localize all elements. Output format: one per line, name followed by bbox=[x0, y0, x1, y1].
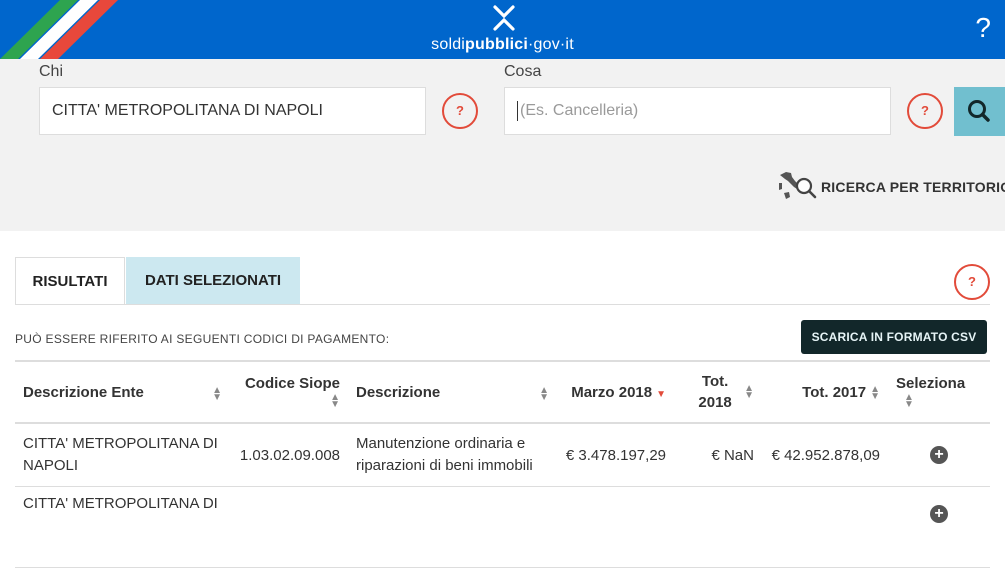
table-header-row: Descrizione Ente ▲ ▼ Codice Siope ▲ ▼ Descri… bbox=[15, 360, 990, 424]
site-logo-text[interactable]: soldipubblici·gov·it bbox=[0, 36, 1005, 54]
column-header-marzo[interactable]: Marzo 2018 ▼ bbox=[557, 360, 674, 424]
add-selection-icon[interactable]: + bbox=[930, 505, 948, 523]
column-header-ente[interactable]: Descrizione Ente ▲ ▼ bbox=[15, 360, 230, 424]
cell-seleziona: + bbox=[888, 423, 990, 487]
logo-text-post: ·gov·it bbox=[527, 36, 574, 53]
search-icon bbox=[968, 100, 990, 122]
cell-marzo bbox=[557, 486, 674, 568]
cell-tot2017 bbox=[762, 486, 888, 568]
logo-text-pre: soldi bbox=[431, 36, 466, 53]
results-table: Descrizione Ente ▲ ▼ Codice Siope ▲ ▼ Descri… bbox=[15, 360, 990, 568]
chi-input[interactable]: CITTA' METROPOLITANA DI NAPOLI bbox=[39, 87, 426, 135]
search-panel: Chi CITTA' METROPOLITANA DI NAPOLI ? Cos… bbox=[0, 59, 1005, 231]
cell-codice: 1.03.02.09.008 bbox=[230, 423, 348, 487]
column-header-descrizione[interactable]: Descrizione ▲ ▼ bbox=[348, 360, 557, 424]
tabs-help-button[interactable]: ? bbox=[954, 264, 990, 300]
column-header-ente-label: Descrizione Ente bbox=[23, 383, 144, 401]
sort-icon: ▲ ▼ bbox=[870, 383, 880, 402]
logo-x-icon[interactable] bbox=[490, 4, 518, 32]
chi-label: Chi bbox=[39, 63, 64, 80]
logo-text-bold: pubblici bbox=[465, 36, 528, 53]
column-header-tot2017[interactable]: Tot. 2017 ▲ ▼ bbox=[762, 360, 888, 424]
help-button[interactable]: ? bbox=[975, 12, 991, 44]
cosa-input[interactable]: (Es. Cancelleria) bbox=[504, 87, 891, 135]
cell-marzo: € 3.478.197,29 bbox=[557, 423, 674, 487]
top-bar: soldipubblici·gov·it ? bbox=[0, 0, 1005, 59]
table-row: CITTA' METROPOLITANA DI NAPOLI 1.03.02.0… bbox=[15, 423, 990, 487]
cell-tot2017: € 42.952.878,09 bbox=[762, 423, 888, 487]
add-selection-icon[interactable]: + bbox=[930, 446, 948, 464]
cosa-help-button[interactable]: ? bbox=[907, 93, 943, 129]
sort-icon: ▲ ▼ bbox=[212, 384, 222, 403]
column-header-tot2017-label: Tot. 2017 bbox=[802, 383, 867, 401]
tab-risultati[interactable]: RISULTATI bbox=[15, 257, 125, 304]
column-header-marzo-label: Marzo 2018 bbox=[571, 383, 653, 401]
territorio-label: RICERCA PER TERRITORIO bbox=[821, 179, 1005, 195]
cell-tot2018 bbox=[674, 486, 762, 568]
column-header-seleziona[interactable]: Seleziona ▲ ▼ bbox=[888, 360, 990, 424]
column-header-seleziona-label: Seleziona bbox=[896, 375, 966, 392]
text-cursor bbox=[517, 100, 518, 121]
cell-codice bbox=[230, 486, 348, 568]
table-row: CITTA' METROPOLITANA DI + bbox=[15, 486, 990, 568]
cell-tot2018: € NaN bbox=[674, 423, 762, 487]
cell-seleziona: + bbox=[888, 486, 990, 568]
sort-icon: ▲ ▼ bbox=[539, 384, 549, 403]
download-csv-button[interactable]: SCARICA IN FORMATO CSV bbox=[801, 320, 987, 354]
cell-descrizione: Manutenzione ordinaria e riparazioni di … bbox=[348, 423, 557, 487]
cosa-label: Cosa bbox=[504, 63, 542, 80]
column-header-descrizione-label: Descrizione bbox=[356, 383, 441, 401]
cosa-placeholder: (Es. Cancelleria) bbox=[520, 102, 639, 119]
cell-ente: CITTA' METROPOLITANA DI NAPOLI bbox=[15, 423, 230, 487]
chi-help-button[interactable]: ? bbox=[442, 93, 478, 129]
column-header-codice[interactable]: Codice Siope ▲ ▼ bbox=[230, 360, 348, 424]
tabs-divider bbox=[15, 304, 990, 305]
cell-ente: CITTA' METROPOLITANA DI bbox=[15, 486, 230, 568]
sort-desc-icon: ▼ bbox=[656, 388, 666, 400]
column-header-codice-label: Codice Siope bbox=[244, 375, 340, 392]
cell-descrizione bbox=[348, 486, 557, 568]
italy-map-search-icon bbox=[779, 172, 817, 199]
sort-icon: ▲ ▼ bbox=[744, 383, 754, 401]
sort-icon: ▲ ▼ bbox=[904, 392, 914, 411]
search-button[interactable] bbox=[954, 87, 1005, 136]
results-subheading: PUÒ ESSERE RIFERITO AI SEGUENTI CODICI D… bbox=[15, 332, 390, 346]
column-header-tot2018[interactable]: Tot. 2018 ▲ ▼ bbox=[674, 360, 762, 424]
tab-dati-selezionati[interactable]: DATI SELEZIONATI bbox=[126, 257, 300, 304]
sort-icon: ▲ ▼ bbox=[330, 392, 340, 411]
column-header-tot2018-label: Tot. 2018 bbox=[698, 373, 732, 411]
